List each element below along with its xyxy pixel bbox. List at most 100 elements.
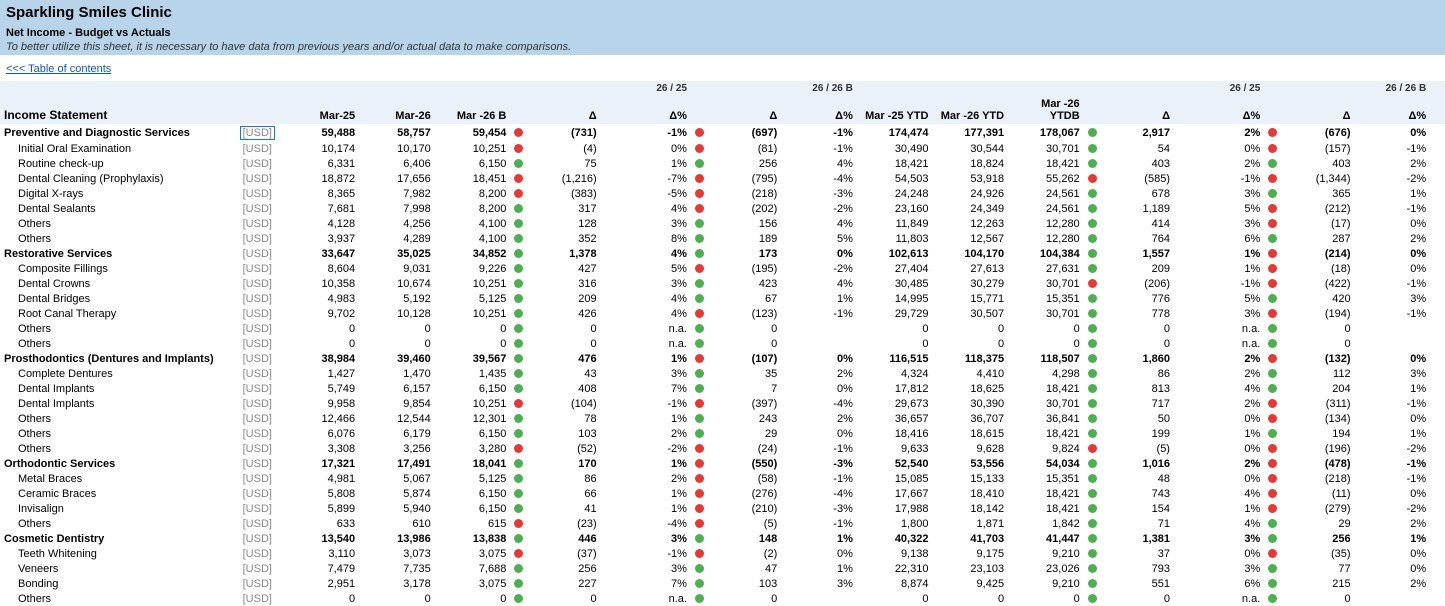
cell: 1% [1189, 261, 1265, 276]
cell [510, 336, 525, 351]
cell [1174, 441, 1189, 456]
cell [1264, 321, 1279, 336]
status-dot-red-icon [1268, 549, 1277, 558]
cell [1430, 381, 1445, 396]
cell: 1% [615, 486, 691, 501]
cell [1174, 426, 1189, 441]
toc-link[interactable]: <<< Table of contents [6, 63, 111, 75]
cell [691, 546, 706, 561]
cell: 0% [615, 141, 691, 156]
cell [1430, 486, 1445, 501]
cell: 1% [615, 456, 691, 471]
cell: 0 [1008, 591, 1084, 606]
table-body: Preventive and Diagnostic Services[USD]5… [0, 124, 1445, 606]
cell: 24,926 [932, 186, 1008, 201]
status-dot-red-icon [1268, 474, 1277, 483]
cell: 0 [435, 591, 511, 606]
status-dot-red-icon [695, 144, 704, 153]
cell [1430, 336, 1445, 351]
status-dot-green-icon [695, 249, 704, 258]
status-dot-green-icon [1088, 519, 1097, 528]
cell: 0% [1355, 411, 1431, 426]
cell: -4% [615, 516, 691, 531]
cell: 54,503 [857, 171, 933, 186]
row-label: Others [0, 231, 231, 246]
cell: 1% [1355, 381, 1431, 396]
cell: 4% [781, 276, 857, 291]
status-dot-green-icon [695, 159, 704, 168]
cell [1430, 516, 1445, 531]
status-dot-red-icon [1088, 444, 1097, 453]
status-dot-green-icon [1088, 189, 1097, 198]
cell: 2% [615, 426, 691, 441]
cell: -4% [781, 396, 857, 411]
cell: 3% [1189, 186, 1265, 201]
cell: 0% [781, 546, 857, 561]
cell: 1,860 [1098, 351, 1174, 366]
cell: -3% [781, 501, 857, 516]
cell: 7% [615, 381, 691, 396]
cell: 6,150 [435, 426, 511, 441]
cell: 4,983 [284, 291, 360, 306]
status-dot-red-icon [1268, 279, 1277, 288]
col-22 [1430, 96, 1445, 124]
cell [1174, 501, 1189, 516]
cell [1084, 411, 1099, 426]
cell: 2% [1355, 576, 1431, 591]
col-9 [691, 96, 706, 124]
cell: 6,150 [435, 486, 511, 501]
cell: 10,358 [284, 276, 360, 291]
col-top-12 [857, 81, 933, 96]
cell [1264, 516, 1279, 531]
currency-cell: [USD] [231, 231, 284, 246]
cell: 0 [1008, 336, 1084, 351]
cell: 2% [1355, 516, 1431, 531]
cell: 2% [1355, 156, 1431, 171]
cell: 6% [1189, 576, 1265, 591]
status-dot-green-icon [514, 219, 523, 228]
cell [1264, 561, 1279, 576]
cell: 0% [781, 246, 857, 261]
row-label: Others [0, 516, 231, 531]
currency-cell: [USD] [231, 171, 284, 186]
cell: 9,425 [932, 576, 1008, 591]
cell: (194) [1279, 306, 1355, 321]
cell: 3,110 [284, 546, 360, 561]
cell: 194 [1279, 426, 1355, 441]
cell [601, 531, 616, 546]
cell: (58) [706, 471, 782, 486]
cell [691, 456, 706, 471]
cell: 2% [781, 411, 857, 426]
cell: 316 [525, 276, 601, 291]
status-dot-green-icon [1268, 189, 1277, 198]
status-dot-green-icon [695, 594, 704, 603]
cell [510, 321, 525, 336]
table-row: Dental Implants[USD]5,7496,1576,1504087%… [0, 381, 1445, 396]
table-row: Dental Sealants[USD]7,6817,9988,2003174%… [0, 201, 1445, 216]
cell [1084, 531, 1099, 546]
cell: 30,485 [857, 276, 933, 291]
cell [1174, 276, 1189, 291]
cell [1430, 246, 1445, 261]
cell: 3,075 [435, 576, 511, 591]
cell: 227 [525, 576, 601, 591]
cell: 29 [706, 426, 782, 441]
cell: 0 [932, 591, 1008, 606]
cell: 29,673 [857, 396, 933, 411]
cell: 189 [706, 231, 782, 246]
cell [1084, 546, 1099, 561]
cell: 27,631 [1008, 261, 1084, 276]
cell: 2% [1189, 156, 1265, 171]
cell: 6,150 [435, 381, 511, 396]
cell: 13,838 [435, 531, 511, 546]
cell: 0 [857, 336, 933, 351]
cell: 43 [525, 366, 601, 381]
cell: 2% [1189, 456, 1265, 471]
row-label: Others [0, 426, 231, 441]
row-label: Dental Implants [0, 381, 231, 396]
cell: 154 [1098, 501, 1174, 516]
cell: 6,157 [359, 381, 435, 396]
cell [1264, 201, 1279, 216]
cell [1174, 351, 1189, 366]
cell: 9,702 [284, 306, 360, 321]
